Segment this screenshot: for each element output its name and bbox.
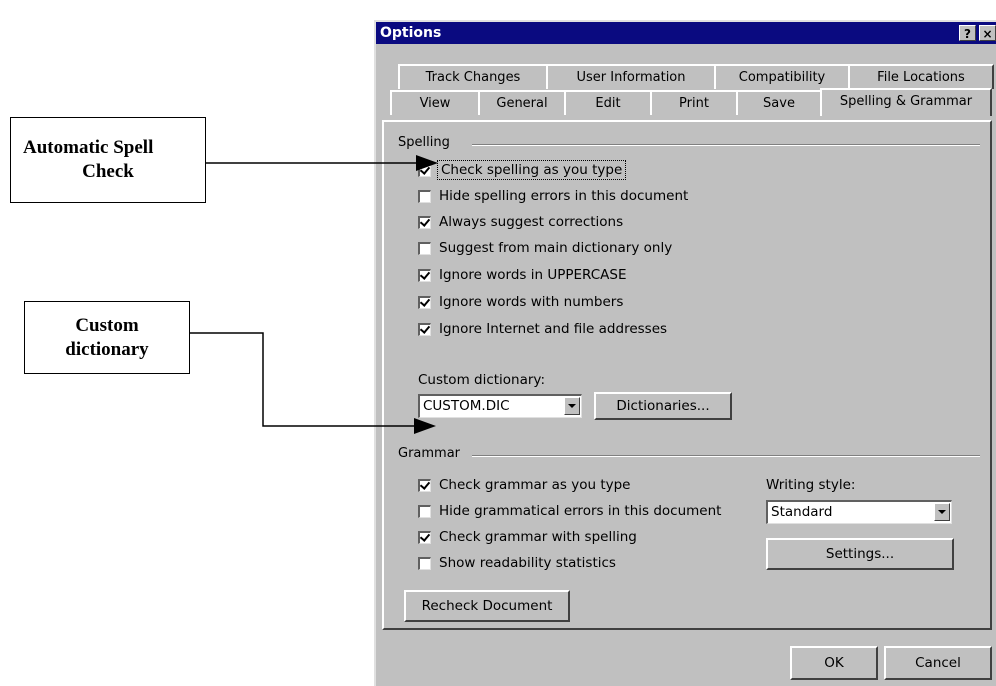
option-hide-grammatical-errors[interactable]: Hide grammatical errors in this document xyxy=(418,501,721,521)
chevron-down-icon[interactable] xyxy=(564,397,580,415)
checkbox[interactable] xyxy=(418,505,431,518)
tab-user-information[interactable]: User Information xyxy=(546,64,716,89)
group-label-spelling: Spelling xyxy=(398,135,456,150)
tab-save[interactable]: Save xyxy=(736,90,822,115)
tab-page-spelling-grammar: Spelling Check spelling as you type Hide… xyxy=(382,120,992,630)
checkbox[interactable] xyxy=(418,296,431,309)
option-check-spelling-as-you-type[interactable]: Check spelling as you type xyxy=(418,160,624,180)
checkbox[interactable] xyxy=(418,269,431,282)
option-check-grammar-as-you-type[interactable]: Check grammar as you type xyxy=(418,475,630,495)
option-label: Suggest from main dictionary only xyxy=(439,240,672,256)
option-check-grammar-with-spelling[interactable]: Check grammar with spelling xyxy=(418,527,637,547)
settings-button[interactable]: Settings... xyxy=(766,538,954,570)
tab-compatibility[interactable]: Compatibility xyxy=(714,64,850,89)
writing-style-select[interactable]: Standard xyxy=(766,500,952,524)
group-label-grammar: Grammar xyxy=(398,446,466,461)
checkbox[interactable] xyxy=(418,323,431,336)
option-label: Ignore Internet and file addresses xyxy=(439,321,667,337)
callout-line: dictionary xyxy=(65,338,148,362)
option-hide-spelling-errors[interactable]: Hide spelling errors in this document xyxy=(418,186,688,206)
checkbox[interactable] xyxy=(418,531,431,544)
callout-automatic-spell-check: Automatic Spell Check xyxy=(10,117,206,203)
tab-spelling-grammar[interactable]: Spelling & Grammar xyxy=(820,88,992,116)
help-button[interactable]: ? xyxy=(959,25,976,41)
custom-dictionary-label: Custom dictionary: xyxy=(418,372,545,388)
tab-file-locations[interactable]: File Locations xyxy=(848,64,994,89)
checkbox[interactable] xyxy=(418,242,431,255)
cancel-button[interactable]: Cancel xyxy=(884,646,992,680)
group-divider xyxy=(472,144,980,146)
callout-custom-dictionary: Custom dictionary xyxy=(24,301,190,374)
close-button[interactable]: × xyxy=(979,25,996,41)
callout-line: Automatic Spell xyxy=(11,136,205,160)
checkbox[interactable] xyxy=(418,557,431,570)
option-label: Check spelling as you type xyxy=(439,162,624,178)
custom-dictionary-select[interactable]: CUSTOM.DIC xyxy=(418,394,582,418)
option-show-readability-statistics[interactable]: Show readability statistics xyxy=(418,553,616,573)
option-suggest-main-dictionary-only[interactable]: Suggest from main dictionary only xyxy=(418,238,672,258)
tab-track-changes[interactable]: Track Changes xyxy=(398,64,548,89)
option-ignore-numbers[interactable]: Ignore words with numbers xyxy=(418,292,623,312)
tab-view[interactable]: View xyxy=(390,90,480,115)
option-label: Show readability statistics xyxy=(439,555,616,571)
recheck-document-button[interactable]: Recheck Document xyxy=(404,590,570,622)
option-label: Ignore words in UPPERCASE xyxy=(439,267,626,283)
group-divider xyxy=(472,455,980,457)
writing-style-label: Writing style: xyxy=(766,477,855,493)
checkbox[interactable] xyxy=(418,216,431,229)
writing-style-value: Standard xyxy=(771,504,832,520)
option-ignore-uppercase[interactable]: Ignore words in UPPERCASE xyxy=(418,265,626,285)
option-label: Hide grammatical errors in this document xyxy=(439,503,721,519)
dialog-title: Options xyxy=(380,25,441,41)
option-label: Check grammar as you type xyxy=(439,477,630,493)
option-label: Always suggest corrections xyxy=(439,214,623,230)
checkbox[interactable] xyxy=(418,479,431,492)
tab-general[interactable]: General xyxy=(478,90,566,115)
options-dialog: Options ? × Track Changes User Informati… xyxy=(374,20,996,686)
tab-edit[interactable]: Edit xyxy=(564,90,652,115)
chevron-down-icon[interactable] xyxy=(934,503,950,521)
option-label: Hide spelling errors in this document xyxy=(439,188,688,204)
checkbox[interactable] xyxy=(418,164,431,177)
callout-line: Custom xyxy=(75,314,138,338)
title-bar: Options ? × xyxy=(376,22,996,44)
custom-dictionary-value: CUSTOM.DIC xyxy=(423,398,510,414)
option-ignore-internet-file-addresses[interactable]: Ignore Internet and file addresses xyxy=(418,319,667,339)
checkbox[interactable] xyxy=(418,190,431,203)
callout-line: Check xyxy=(82,160,134,184)
option-always-suggest-corrections[interactable]: Always suggest corrections xyxy=(418,212,623,232)
tab-print[interactable]: Print xyxy=(650,90,738,115)
dictionaries-button[interactable]: Dictionaries... xyxy=(594,392,732,420)
option-label: Check grammar with spelling xyxy=(439,529,637,545)
ok-button[interactable]: OK xyxy=(790,646,878,680)
option-label: Ignore words with numbers xyxy=(439,294,623,310)
